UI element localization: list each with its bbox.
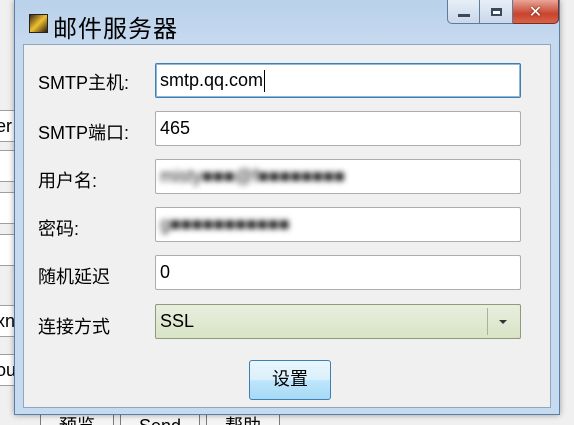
- smtp-port-input[interactable]: 465: [155, 111, 521, 146]
- bg-send-button: Send: [120, 414, 201, 425]
- window-title: 邮件服务器: [53, 15, 178, 43]
- close-icon: ✕: [528, 2, 543, 21]
- title-bar[interactable]: 邮件服务器 ✕: [15, 0, 559, 44]
- random-delay-label: 随机延迟: [38, 267, 110, 287]
- password-input[interactable]: g■■■■■■■■■■■: [155, 207, 521, 242]
- close-button[interactable]: ✕: [513, 0, 559, 24]
- text-caret: [264, 70, 266, 93]
- smtp-port-label: SMTP端口:: [38, 123, 130, 143]
- maximize-button[interactable]: [480, 0, 513, 24]
- mail-server-dialog: 邮件服务器 ✕ SMTP主机: smtp.qq.com SMTP端口: 465 …: [14, 0, 560, 415]
- window-controls: ✕: [447, 0, 559, 24]
- smtp-host-label: SMTP主机:: [38, 73, 130, 93]
- username-input[interactable]: misty■■■@f■■■■■■■■: [155, 159, 521, 194]
- minimize-button[interactable]: [447, 0, 480, 24]
- password-label: 密码:: [38, 219, 80, 239]
- random-delay-input[interactable]: 0: [155, 255, 521, 290]
- connection-method-label: 连接方式: [38, 317, 110, 337]
- bg-help-button: 帮助: [206, 414, 281, 425]
- username-label: 用户名:: [38, 171, 98, 191]
- password-value-blurred: g■■■■■■■■■■■: [160, 214, 290, 234]
- dialog-client-area: SMTP主机: smtp.qq.com SMTP端口: 465 用户名: mis…: [23, 44, 551, 408]
- minimize-icon: [457, 13, 470, 17]
- smtp-host-input[interactable]: smtp.qq.com: [155, 63, 521, 98]
- maximize-icon: [490, 7, 502, 16]
- settings-button[interactable]: 设置: [249, 360, 331, 400]
- connection-method-select[interactable]: SSL: [155, 304, 521, 339]
- bg-bottom-buttons: 预览 Send 帮助: [40, 414, 281, 425]
- smtp-host-value: smtp.qq.com: [160, 70, 264, 90]
- chevron-down-icon: [499, 319, 507, 324]
- connection-method-value: SSL: [160, 311, 195, 331]
- bg-preview-button: 预览: [40, 414, 114, 425]
- username-value-blurred: misty■■■@f■■■■■■■■: [160, 166, 345, 186]
- app-icon: [29, 14, 48, 33]
- dropdown-button[interactable]: [487, 308, 518, 335]
